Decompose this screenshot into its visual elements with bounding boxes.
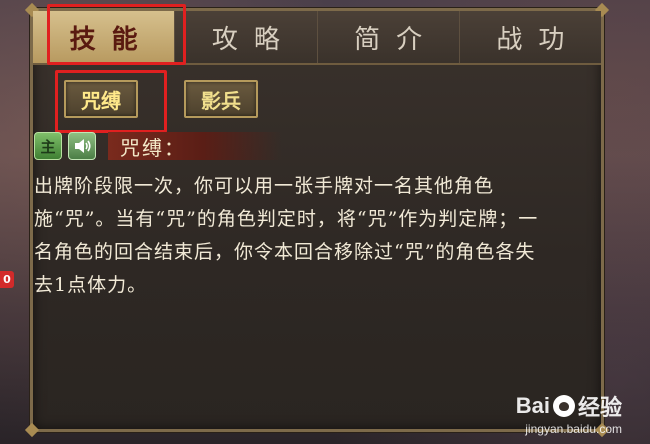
side-badge: 0 [0, 271, 14, 288]
paw-logo-icon [552, 395, 575, 417]
speaker-icon[interactable] [68, 132, 96, 160]
tab-achievements[interactable]: 战功 [460, 11, 601, 63]
lord-skill-icon: 主 [34, 132, 62, 160]
watermark-url: jingyan.baidu.com [525, 422, 622, 436]
watermark-brand: Bai [515, 393, 550, 418]
tab-skills[interactable]: 技能 [33, 11, 176, 63]
watermark-brand-suffix: 经验 [577, 395, 622, 420]
skill-title: 咒缚： [108, 132, 282, 160]
tab-label: 攻略 [211, 24, 296, 55]
tab-label: 简介 [354, 24, 439, 55]
skill-header: 主 咒缚： [34, 131, 334, 161]
tab-strategy[interactable]: 攻略 [175, 11, 318, 63]
skill-button-yingbing[interactable]: 影兵 [184, 80, 258, 118]
tab-intro[interactable]: 简介 [318, 11, 460, 63]
skill-description: 出牌阶段限一次，你可以用一张手牌对一名其他角色施“咒”。当有“咒”的角色判定时，… [34, 175, 539, 296]
tab-label: 战功 [496, 24, 581, 55]
watermark: Bai 经验 jingyan.baidu.com [516, 390, 622, 436]
skill-button-zhoufu[interactable]: 咒缚 [64, 80, 138, 118]
tab-bar: 技能 攻略 简介 战功 [33, 11, 601, 65]
tab-label: 技能 [69, 24, 154, 55]
